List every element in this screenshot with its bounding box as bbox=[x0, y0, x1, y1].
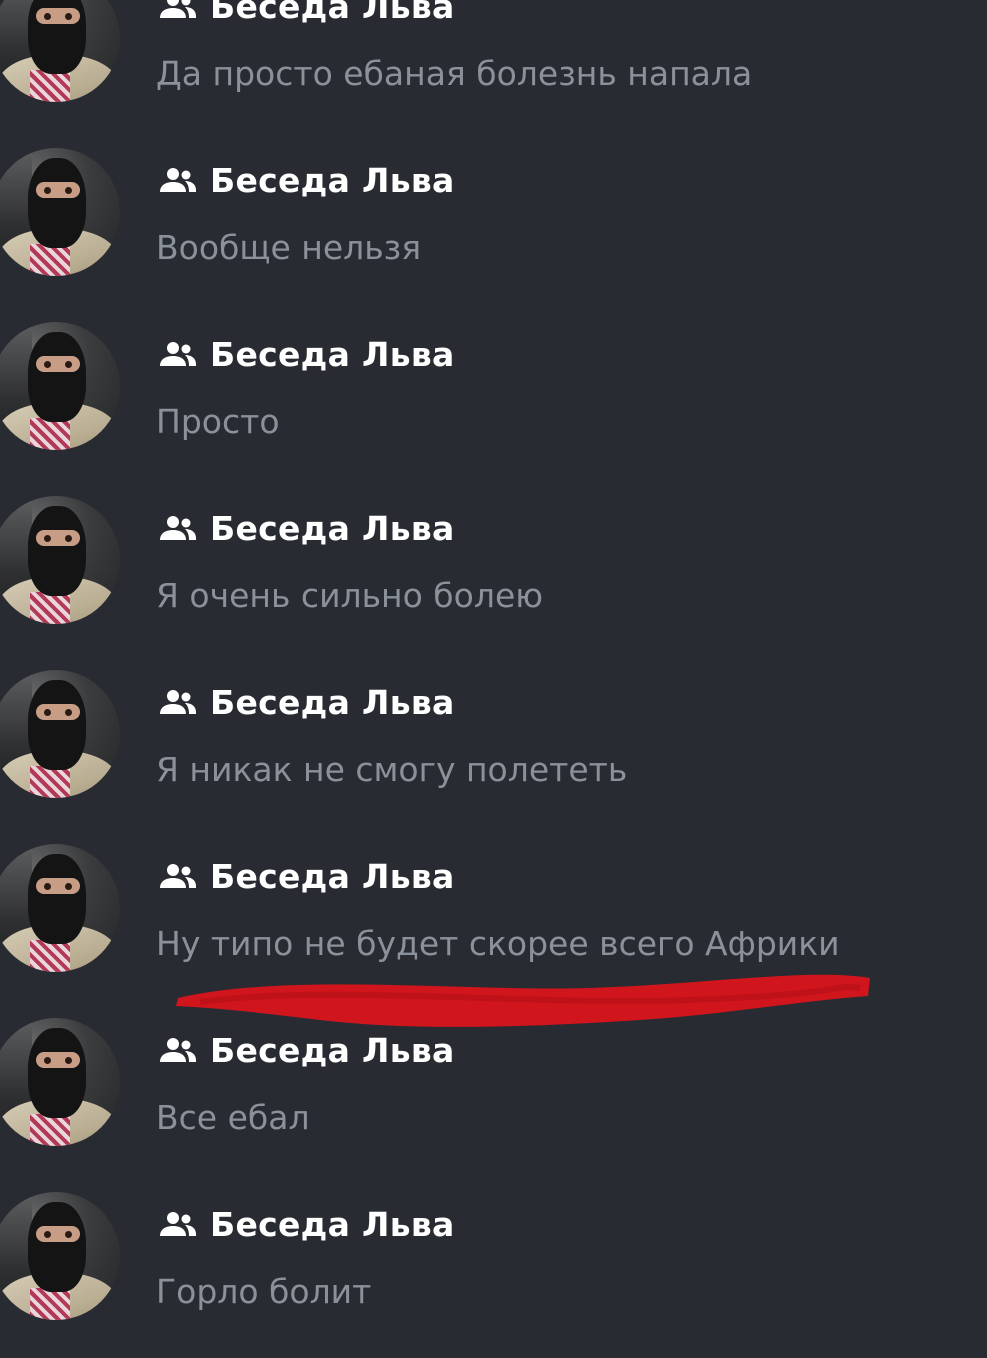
message-preview: Ну типо не будет скорее всего Африки bbox=[156, 924, 840, 963]
conversation-title-row: Беседа Льва bbox=[158, 160, 455, 200]
message-preview: Вообще нельзя bbox=[156, 228, 422, 267]
avatar[interactable] bbox=[0, 844, 120, 972]
red-underline-annotation bbox=[176, 974, 870, 1027]
conversation-title-row: Беседа Льва bbox=[158, 856, 455, 896]
conversation-name: Беседа Льва bbox=[210, 0, 455, 26]
message-preview: Я никак не смогу полететь bbox=[156, 750, 628, 789]
group-icon bbox=[158, 0, 198, 19]
conversation-name: Беседа Льва bbox=[210, 1204, 455, 1244]
conversation-title-row: Беседа Льва bbox=[158, 1204, 455, 1244]
group-icon bbox=[158, 1037, 198, 1063]
message-preview: Да просто ебаная болезнь напала bbox=[156, 54, 753, 93]
conversation-item[interactable]: Беседа Льва Я очень сильно болею bbox=[0, 496, 987, 670]
avatar[interactable] bbox=[0, 322, 120, 450]
message-preview: Все ебал bbox=[156, 1098, 310, 1137]
conversation-name: Беседа Льва bbox=[210, 334, 455, 374]
group-icon bbox=[158, 1211, 198, 1237]
conversation-item[interactable]: Беседа Льва Горло болит bbox=[0, 1192, 987, 1358]
conversation-title-row: Беседа Льва bbox=[158, 508, 455, 548]
message-preview: Я очень сильно болею bbox=[156, 576, 544, 615]
avatar[interactable] bbox=[0, 148, 120, 276]
avatar[interactable] bbox=[0, 1192, 120, 1320]
conversation-name: Беседа Льва bbox=[210, 508, 455, 548]
group-icon bbox=[158, 515, 198, 541]
avatar[interactable] bbox=[0, 670, 120, 798]
conversation-title-row: Беседа Льва bbox=[158, 0, 455, 26]
conversation-item[interactable]: Беседа Льва Просто bbox=[0, 322, 987, 496]
conversation-title-row: Беседа Льва bbox=[158, 682, 455, 722]
conversation-item[interactable]: Беседа Льва Вообще нельзя bbox=[0, 148, 987, 322]
avatar[interactable] bbox=[0, 1018, 120, 1146]
conversation-item[interactable]: Беседа Льва Я никак не смогу полететь bbox=[0, 670, 987, 844]
message-preview: Горло болит bbox=[156, 1272, 372, 1311]
conversation-item[interactable]: Беседа Льва Все ебал bbox=[0, 1018, 987, 1192]
group-icon bbox=[158, 689, 198, 715]
conversation-name: Беседа Льва bbox=[210, 856, 455, 896]
group-icon bbox=[158, 167, 198, 193]
conversation-item[interactable]: Беседа Льва Да просто ебаная болезнь нап… bbox=[0, 0, 987, 148]
avatar[interactable] bbox=[0, 0, 120, 102]
group-icon bbox=[158, 863, 198, 889]
group-icon bbox=[158, 341, 198, 367]
conversation-title-row: Беседа Льва bbox=[158, 334, 455, 374]
conversation-name: Беседа Льва bbox=[210, 682, 455, 722]
conversation-name: Беседа Льва bbox=[210, 160, 455, 200]
message-preview: Просто bbox=[156, 402, 280, 441]
avatar[interactable] bbox=[0, 496, 120, 624]
conversation-list: Беседа Льва Да просто ебаная болезнь нап… bbox=[0, 0, 987, 1358]
